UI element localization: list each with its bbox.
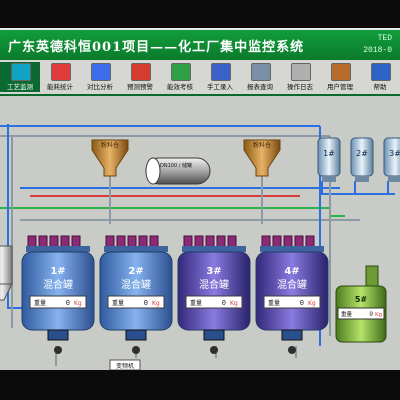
feed-hopper: 粉料仓 [91, 139, 129, 177]
mixer-3[interactable]: 3#混合罐重量 0 Kg [177, 235, 251, 354]
toolbar-label: 对比分析 [87, 83, 113, 91]
weight-unit: Kg [152, 300, 160, 307]
toolbar-button-3[interactable]: 预测预警 [120, 62, 160, 92]
compare-icon [91, 63, 111, 81]
top-tank-1: 1# [317, 137, 341, 182]
weight-value: 0 [144, 300, 148, 308]
toolbar-label: 工艺监测 [7, 83, 33, 91]
top-tank-label: 2# [356, 149, 368, 158]
log-icon [291, 63, 311, 81]
mixer-number: 4# [284, 266, 299, 277]
device-frame: 广东英德科恒001项目——化工厂集中监控系统 TED 2018-0 工艺监测 能耗… [0, 0, 400, 400]
horizontal-tank: DN100 / 储罐 [145, 157, 211, 185]
mixer-1[interactable]: 1#混合罐重量 0 Kg [21, 235, 95, 354]
toolbar-label: 帮助 [373, 83, 387, 91]
hopper-label: 粉料仓 [253, 141, 271, 149]
atom-icon [171, 63, 191, 81]
toolbar-label: 能效考核 [167, 83, 193, 91]
toolbar-button-4[interactable]: 能效考核 [160, 62, 200, 92]
weight-label: 重量 [268, 299, 280, 307]
weight-unit: Kg [308, 300, 316, 307]
toolbar-button-5[interactable]: 手工录入 [200, 62, 240, 92]
system-title: 广东英德科恒001项目——化工厂集中监控系统 [8, 40, 305, 55]
toolbar-button-0[interactable]: 工艺监测 [0, 62, 40, 92]
weight-value: 0 [300, 300, 304, 308]
pie-chart-icon [51, 63, 71, 81]
toolbar-button-7[interactable]: 操作日志 [280, 62, 320, 92]
top-tank-2: 2# [350, 137, 374, 182]
weight-value: 0 [369, 311, 373, 318]
toolbar-label: 能耗统计 [47, 83, 73, 91]
mixer-4[interactable]: 4#混合罐重量 0 Kg [255, 235, 329, 354]
weight-unit: Kg [230, 300, 238, 307]
toolbar-label: 操作日志 [287, 83, 313, 91]
keyboard-icon [211, 63, 231, 81]
toolbar-label: 用户管理 [327, 83, 353, 91]
mixer-number: 5# [355, 295, 368, 304]
mixer-number: 3# [206, 266, 221, 277]
scada-screen: 广东英德科恒001项目——化工厂集中监控系统 TED 2018-0 工艺监测 能耗… [0, 28, 400, 372]
process-diagram: 粉料仓 粉料仓DN100 / 储罐 1# 2# 3# 1#混合罐重量 0 Kg2#混合罐重… [0, 124, 400, 371]
top-right-status: TED [377, 34, 392, 43]
toolbar-label: 报表查询 [247, 83, 273, 91]
mixer-name: 混合罐 [277, 278, 307, 291]
top-tank-label: 3# [389, 149, 400, 158]
date-time: 2018-0 [363, 46, 392, 55]
help-icon [371, 63, 391, 81]
left-silo [0, 245, 13, 301]
weight-label: 重量 [34, 299, 46, 307]
toolbar-label: 手工录入 [207, 83, 233, 91]
pump-label-box[interactable]: 变频机 [109, 359, 141, 371]
mixer-name: 混合罐 [43, 278, 73, 291]
pipe-green-main [0, 207, 345, 217]
weight-value: 0 [66, 300, 70, 308]
alarm-icon [131, 63, 151, 81]
weight-label: 重量 [341, 310, 353, 318]
toolbar-label: 预测预警 [127, 83, 153, 91]
report-icon [251, 63, 271, 81]
weight-unit: Kg [375, 312, 382, 318]
horizontal-tank-label: DN100 / 储罐 [160, 162, 192, 169]
top-tank-label: 1# [323, 149, 335, 158]
weight-label: 重量 [112, 299, 124, 307]
mixer-2[interactable]: 2#混合罐重量 0 Kg [99, 235, 173, 354]
hopper-label: 粉料仓 [101, 141, 119, 149]
top-tank-3: 3# [383, 137, 400, 182]
toolbar-button-8[interactable]: 用户管理 [320, 62, 360, 92]
feed-hopper: 粉料仓 [243, 139, 281, 177]
pump-label: 变频机 [116, 362, 134, 370]
toolbar-button-9[interactable]: 帮助 [360, 62, 400, 92]
mixer-number: 2# [128, 266, 143, 277]
device-bezel-bottom [0, 370, 400, 400]
pipe-bottom-1 [55, 346, 297, 366]
toolbar-button-1[interactable]: 能耗统计 [40, 62, 80, 92]
mixer-name: 混合罐 [199, 278, 229, 291]
toolbar-button-6[interactable]: 报表查询 [240, 62, 280, 92]
title-bar: 广东英德科恒001项目——化工厂集中监控系统 TED 2018-0 [0, 30, 400, 61]
mixer-name: 混合罐 [121, 278, 151, 291]
weight-value: 0 [222, 300, 226, 308]
toolbar-button-2[interactable]: 对比分析 [80, 62, 120, 92]
main-toolbar: 工艺监测 能耗统计 对比分析 预测预警 能效考核 手工录入 报表查询 操作日志 用户管理 帮助 [0, 60, 400, 96]
mixer-number: 1# [50, 266, 65, 277]
users-icon [331, 63, 351, 81]
waveform-icon [11, 63, 31, 81]
weight-unit: Kg [74, 300, 82, 307]
weight-label: 重量 [190, 299, 202, 307]
mixer-5[interactable]: 5#重量 0 Kg [335, 265, 387, 343]
